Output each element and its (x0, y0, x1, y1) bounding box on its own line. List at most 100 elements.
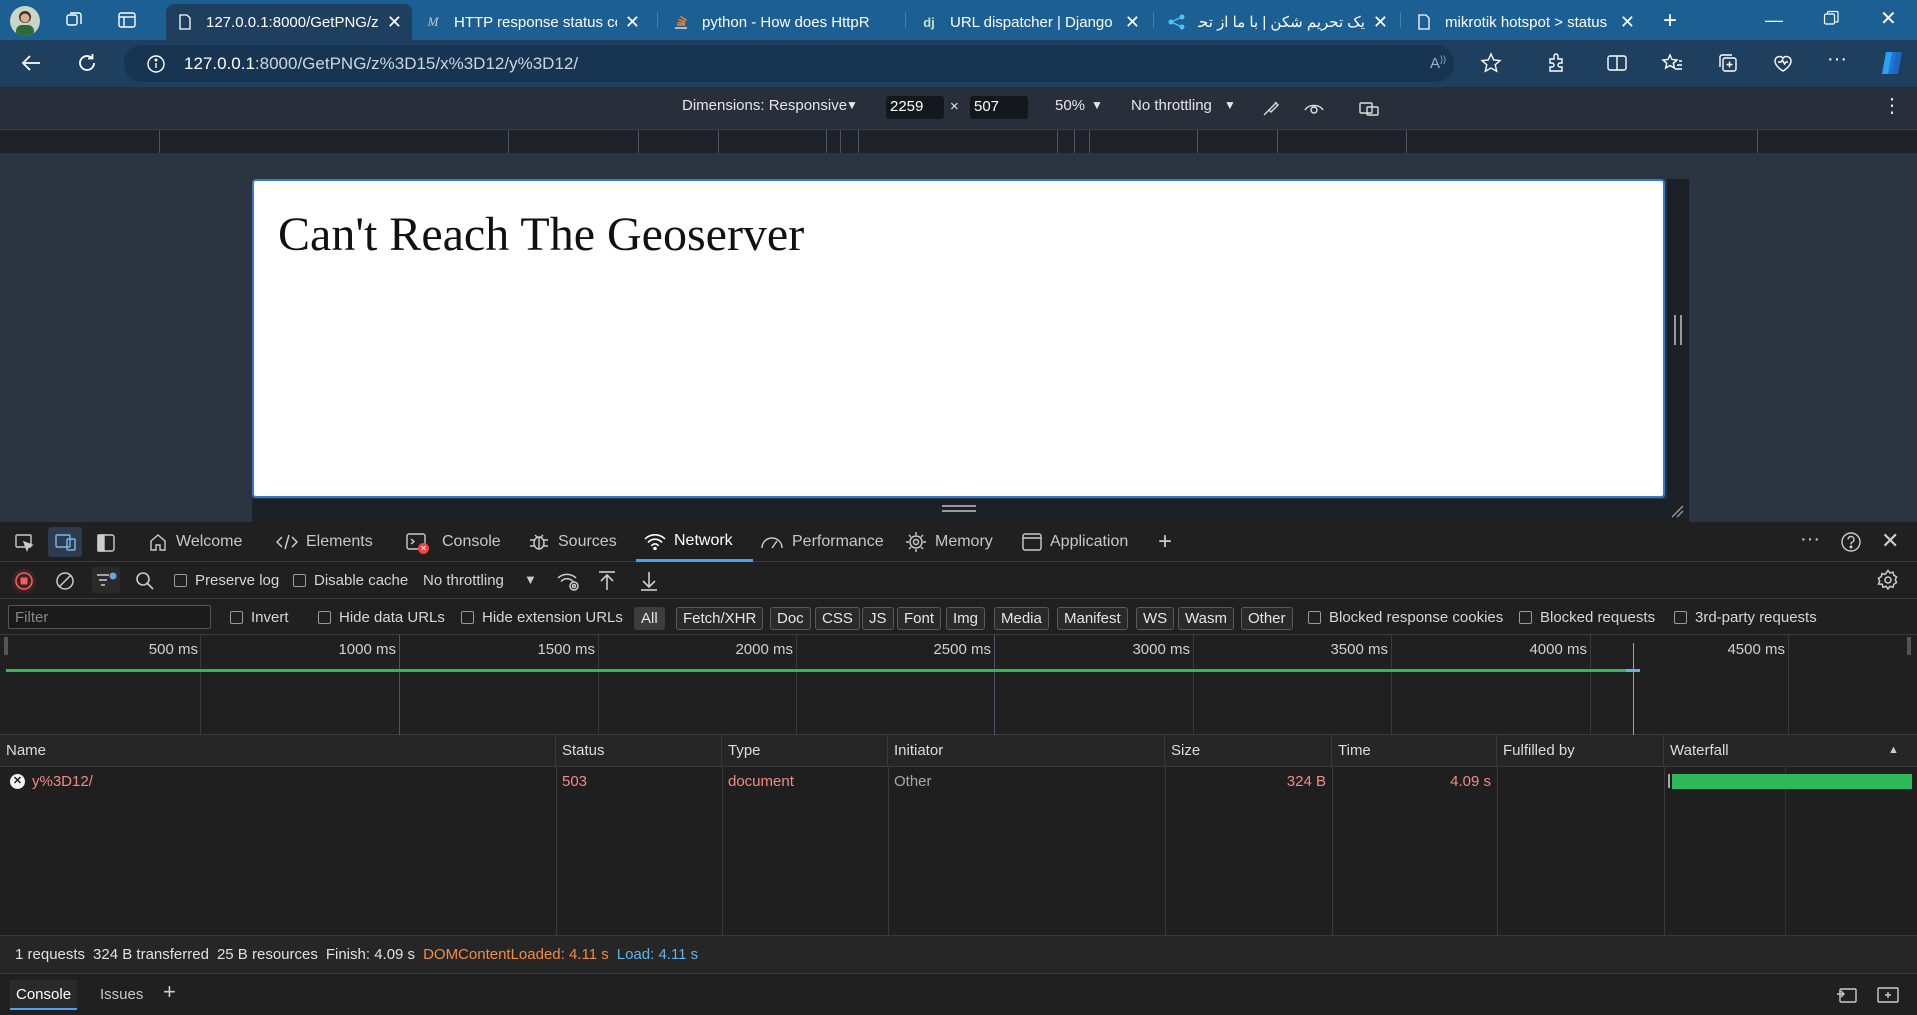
checkbox-box[interactable] (1519, 611, 1532, 624)
column-header-status[interactable]: Status (556, 735, 722, 767)
filter-type-manifest[interactable]: Manifest (1057, 607, 1128, 630)
column-header-name[interactable]: Name (0, 735, 556, 767)
third-party-requests-checkbox[interactable]: 3rd-party requests (1674, 609, 1817, 626)
checkbox-box[interactable] (318, 611, 331, 624)
close-icon[interactable]: ✕ (1620, 12, 1635, 33)
filter-type-all[interactable]: All (634, 607, 665, 630)
filter-type-font[interactable]: Font (897, 607, 942, 630)
filter-type-css[interactable]: CSS (815, 607, 860, 630)
favorites-icon[interactable] (1661, 52, 1683, 74)
settings-gear-icon[interactable] (1877, 569, 1899, 591)
dock-panel-icon[interactable] (96, 533, 116, 553)
chevron-down-icon[interactable]: ▼ (846, 98, 858, 112)
refresh-icon[interactable] (76, 52, 98, 74)
media-query-ruler[interactable] (0, 130, 1917, 153)
devtools-tab-memory[interactable]: Memory (905, 522, 993, 562)
filter-type-media[interactable]: Media (994, 607, 1049, 630)
hide-extension-urls-checkbox[interactable]: Hide extension URLs (461, 609, 623, 626)
browser-tab[interactable]: mikrotik hotspot > status ✕ (1405, 4, 1645, 40)
filter-input[interactable]: Filter (8, 605, 211, 629)
info-icon[interactable] (146, 54, 166, 74)
record-stop-icon[interactable] (12, 569, 36, 593)
filter-type-img[interactable]: Img (946, 607, 986, 630)
devtools-tab-performance[interactable]: Performance (760, 522, 884, 562)
close-icon[interactable]: ✕ (1125, 12, 1140, 33)
disable-cache-checkbox[interactable]: Disable cache (293, 572, 408, 589)
throttling-dropdown[interactable]: No throttling (1131, 97, 1212, 114)
help-icon[interactable] (1840, 531, 1862, 553)
more-options-icon[interactable]: ··· (1800, 528, 1820, 551)
hide-data-urls-checkbox[interactable]: Hide data URLs (318, 609, 445, 626)
new-tab-button[interactable]: + (1663, 7, 1677, 35)
checkbox-box[interactable] (1674, 611, 1687, 624)
waterfall-bar[interactable] (1672, 774, 1912, 789)
chevron-down-icon[interactable]: ▼ (1224, 98, 1236, 112)
devtools-tab-welcome[interactable]: Welcome (148, 522, 242, 562)
throttling-select[interactable]: No throttling (423, 572, 504, 589)
export-har-icon[interactable] (639, 570, 659, 592)
chevron-down-icon[interactable]: ▼ (524, 572, 537, 587)
width-input[interactable]: 2259 (886, 96, 944, 119)
copilot-icon[interactable] (1878, 50, 1906, 76)
more-options-icon[interactable]: ⋮ (1882, 93, 1902, 118)
browser-essentials-icon[interactable] (1772, 52, 1794, 74)
zoom-dropdown[interactable]: 50% (1055, 97, 1085, 114)
filter-type-other[interactable]: Other (1241, 607, 1293, 630)
close-drawer-icon[interactable] (1877, 986, 1899, 1004)
devtools-tab-sources[interactable]: Sources (528, 522, 617, 562)
blocked-requests-checkbox[interactable]: Blocked requests (1519, 609, 1655, 626)
filter-type-doc[interactable]: Doc (770, 607, 811, 630)
add-tab-icon[interactable]: + (1158, 528, 1172, 556)
table-row[interactable]: ✕ y%3D12/ 503 document Other 324 B 4.09 … (0, 767, 1917, 797)
checkbox-box[interactable] (293, 574, 306, 587)
timeline-overview[interactable]: 500 ms 1000 ms 1500 ms 2000 ms 2500 ms 3… (0, 635, 1917, 735)
column-header-time[interactable]: Time (1332, 735, 1497, 767)
favorite-star-icon[interactable] (1480, 52, 1502, 74)
device-toggle-icon[interactable] (48, 527, 82, 557)
browser-tab-active[interactable]: 127.0.0.1:8000/GetPNG/z ✕ (166, 4, 412, 40)
height-input[interactable]: 507 (970, 96, 1028, 119)
column-header-fulfilled-by[interactable]: Fulfilled by (1497, 735, 1664, 767)
extensions-icon[interactable] (1546, 52, 1568, 74)
column-header-size[interactable]: Size (1165, 735, 1332, 767)
sort-ascending-icon[interactable]: ▲ (1888, 744, 1899, 756)
checkbox-box[interactable] (1308, 611, 1321, 624)
invert-checkbox[interactable]: Invert (230, 609, 289, 626)
devtools-tab-network[interactable]: Network (636, 522, 753, 562)
browser-tab[interactable]: M HTTP response status coc ✕ (414, 4, 650, 40)
filter-type-js[interactable]: JS (862, 607, 894, 630)
drawer-tab-console[interactable]: Console (10, 980, 78, 1010)
sensor-icon[interactable] (1261, 98, 1281, 118)
vision-icon[interactable] (1303, 99, 1325, 117)
back-icon[interactable] (20, 53, 42, 73)
network-conditions-icon[interactable] (557, 570, 581, 592)
collections-icon[interactable] (1717, 52, 1739, 74)
chevron-down-icon[interactable]: ▼ (1091, 98, 1103, 112)
close-window-button[interactable]: ✕ (1880, 6, 1897, 31)
browser-tab[interactable]: یک تحریم شکن | با ما از تحر ✕ (1158, 4, 1398, 40)
more-menu-icon[interactable]: ··· (1827, 48, 1847, 71)
address-bar[interactable]: 127.0.0.1:8000/GetPNG/z%3D15/x%3D12/y%3D… (124, 45, 1454, 82)
resize-handle-bottom[interactable] (252, 499, 1689, 522)
add-drawer-tab-icon[interactable]: + (163, 979, 176, 1005)
devtools-tab-application[interactable]: Application (1022, 522, 1128, 562)
column-header-initiator[interactable]: Initiator (888, 735, 1165, 767)
devtools-tab-elements[interactable]: Elements (276, 522, 373, 562)
rotate-icon[interactable] (1358, 99, 1380, 117)
filter-type-ws[interactable]: WS (1136, 607, 1175, 630)
preserve-log-checkbox[interactable]: Preserve log (174, 572, 279, 589)
column-header-waterfall[interactable]: Waterfall (1664, 735, 1917, 767)
resize-handle-right[interactable] (1667, 179, 1689, 522)
close-devtools-icon[interactable]: ✕ (1881, 528, 1899, 554)
request-name[interactable]: y%3D12/ (26, 767, 99, 797)
drawer-tab-issues[interactable]: Issues (100, 980, 143, 1010)
filter-type-wasm[interactable]: Wasm (1178, 607, 1234, 630)
import-har-icon[interactable] (597, 570, 617, 592)
dock-drawer-icon[interactable] (1836, 986, 1858, 1004)
filter-toggle-icon[interactable] (92, 567, 120, 593)
split-screen-icon[interactable] (1606, 52, 1628, 74)
minimize-button[interactable]: — (1765, 10, 1783, 31)
blocked-response-cookies-checkbox[interactable]: Blocked response cookies (1308, 609, 1503, 626)
browser-tab[interactable]: dj URL dispatcher | Django d ✕ (910, 4, 1150, 40)
vertical-tabs-icon[interactable] (117, 10, 137, 30)
